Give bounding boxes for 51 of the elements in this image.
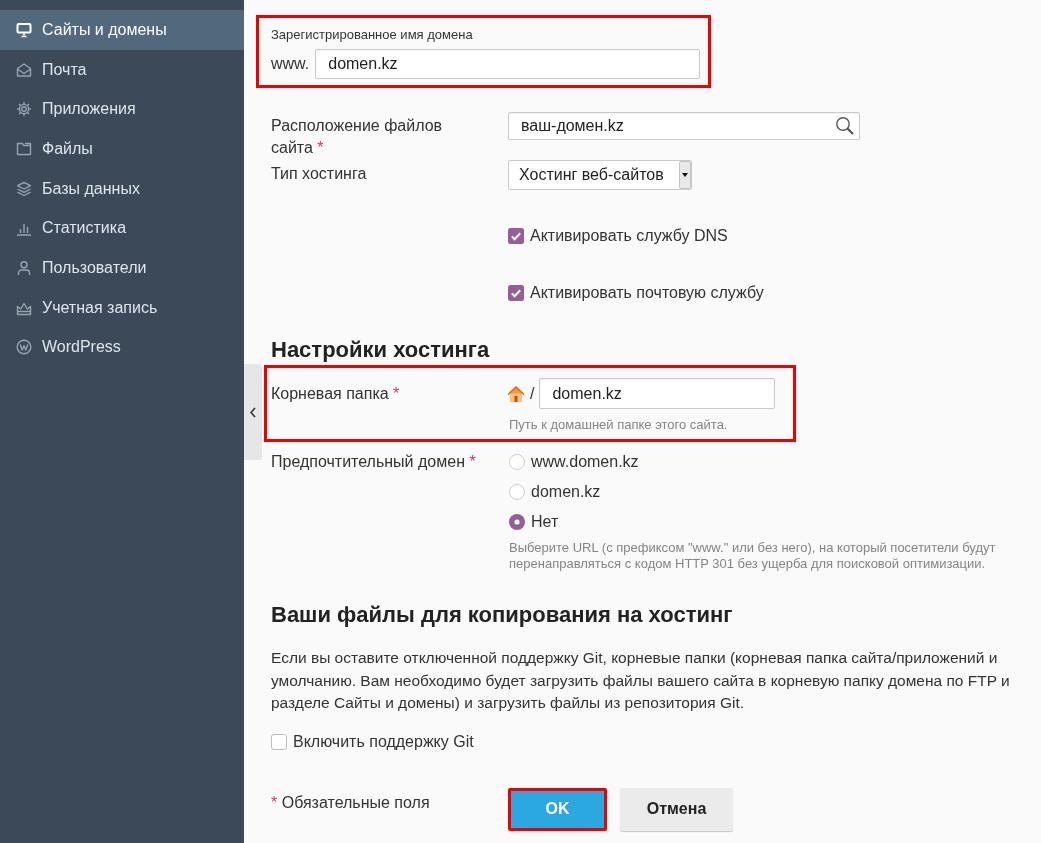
section-heading: Настройки хостинга bbox=[271, 336, 491, 364]
dropdown-select[interactable]: Хостинг веб-сайтов bbox=[508, 160, 692, 190]
radio-label[interactable]: Нет bbox=[531, 513, 559, 531]
field-hint: Путь к домашней папке этого сайта. bbox=[509, 417, 728, 432]
radio-button[interactable] bbox=[509, 454, 525, 470]
field-label: Предпочтительный домен * bbox=[271, 452, 476, 472]
search-field[interactable]: ваш-домен.kz bbox=[508, 112, 860, 140]
monitor-icon bbox=[16, 21, 32, 38]
gear-icon bbox=[16, 101, 32, 118]
domain-prefix: www. bbox=[271, 55, 310, 73]
sidebar-item[interactable]: Статистика bbox=[0, 208, 244, 249]
sidebar-item[interactable]: WordPress bbox=[0, 327, 244, 368]
domain-input[interactable]: domen.kz bbox=[315, 49, 701, 79]
sidebar-item[interactable]: Учетная запись bbox=[0, 287, 244, 328]
house-icon bbox=[507, 384, 525, 403]
sidebar-item[interactable]: Базы данных bbox=[0, 168, 244, 209]
circle-logo-icon bbox=[16, 339, 32, 356]
required-fields-note: * Обязательные поля bbox=[271, 792, 430, 813]
checkbox[interactable] bbox=[271, 733, 287, 750]
caret-icon bbox=[679, 161, 691, 189]
sidebar-item[interactable]: Сайты и домены bbox=[0, 10, 244, 50]
sidebar-collapse-button[interactable] bbox=[244, 364, 262, 460]
checkbox-label[interactable]: Активировать почтовую службу bbox=[530, 284, 764, 302]
folder-path-input[interactable]: domen.kz bbox=[539, 378, 776, 409]
checkbox-label[interactable]: Активировать службу DNS bbox=[530, 227, 728, 245]
sidebar-item[interactable]: Файлы bbox=[0, 129, 244, 169]
chevron-left-icon bbox=[250, 406, 256, 418]
path-separator: / bbox=[530, 384, 535, 403]
field-label: Тип хостинга bbox=[271, 164, 367, 184]
checkbox-label[interactable]: Включить поддержку Git bbox=[293, 732, 474, 751]
radio-button[interactable] bbox=[509, 514, 525, 530]
field-label: Зарегистрированное имя домена bbox=[271, 27, 473, 42]
cancel-button[interactable]: Отмена bbox=[620, 787, 733, 831]
checkbox[interactable] bbox=[508, 228, 524, 244]
field-hint: Выберите URL (с префиксом "www." или без него), на который посетители будут перенаправляться с кодом HTTP 301 без ущерба для поисковой оптимизации. bbox=[509, 540, 997, 572]
field-label: Расположение файлов сайта * bbox=[271, 116, 444, 158]
section-heading: Ваши файлы для копирования на хостинг bbox=[271, 601, 734, 629]
field-label: Корневая папка * bbox=[271, 384, 400, 404]
checkbox[interactable] bbox=[508, 285, 524, 301]
sidebar-item[interactable]: Пользователи bbox=[0, 248, 244, 288]
radio-label[interactable]: www.domen.kz bbox=[531, 453, 639, 471]
layers-icon bbox=[16, 180, 32, 197]
description-text: Если вы оставите отключенной поддержку Git, корневые папки (корневая папка сайта/приложений и умолчанию. Вам необходимо будет загрузить файлы вашего сайта в корневую папку домена по FTP и разделе Сайты и домены) и загрузить файлы из репозитория Git. bbox=[271, 648, 1010, 713]
envelope-icon bbox=[16, 61, 32, 78]
sidebar-item[interactable]: Приложения bbox=[0, 89, 244, 130]
person-icon bbox=[16, 259, 32, 276]
radio-button[interactable] bbox=[509, 484, 525, 500]
radio-label[interactable]: domen.kz bbox=[531, 483, 601, 501]
search-icon bbox=[835, 116, 855, 136]
folder-icon bbox=[16, 140, 32, 157]
sidebar-item[interactable]: Почта bbox=[0, 49, 244, 90]
